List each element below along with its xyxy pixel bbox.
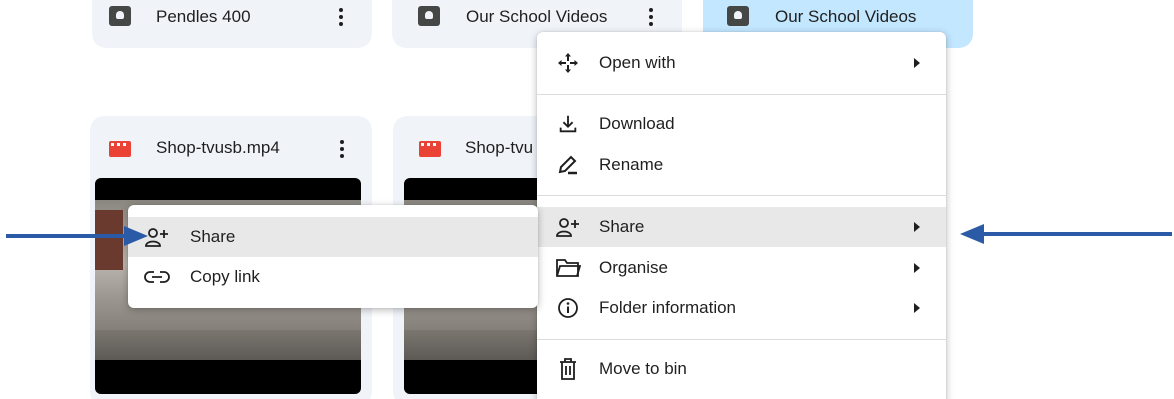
menu-item-open-with[interactable]: Open with (537, 44, 946, 82)
submenu-arrow-icon (914, 303, 920, 313)
file-card-title: Pendles 400 (156, 7, 251, 26)
shared-folder-icon (109, 6, 131, 26)
file-card-title: Our School Videos (466, 7, 608, 26)
more-options-icon[interactable] (338, 6, 344, 28)
menu-item-label: Move to bin (599, 359, 687, 378)
link-icon (144, 265, 170, 289)
shared-folder-icon (727, 6, 749, 26)
menu-item-label: Download (599, 114, 675, 133)
menu-item-label: Share (190, 227, 236, 246)
menu-item-label: Share (599, 217, 645, 236)
more-options-icon[interactable] (648, 6, 654, 28)
submenu-arrow-icon (914, 263, 920, 273)
context-menu: Open with Download Rename Share Organise… (537, 32, 946, 399)
menu-separator (537, 195, 946, 196)
download-icon (555, 112, 581, 136)
rename-icon (555, 153, 581, 177)
submenu-arrow-icon (914, 58, 920, 68)
file-card-title: Our School Videos (775, 7, 917, 26)
menu-item-move-to-bin[interactable]: Move to bin (537, 350, 946, 388)
info-icon (555, 296, 581, 320)
annotation-arrow-left (6, 226, 148, 246)
menu-item-organise[interactable]: Organise (537, 249, 946, 287)
menu-item-share[interactable]: Share (537, 207, 946, 247)
menu-item-label: Copy link (190, 267, 260, 286)
menu-separator (537, 94, 946, 95)
file-card-title: Shop-tvusb.mp4 (156, 138, 280, 157)
share-icon (555, 215, 581, 239)
trash-icon (555, 357, 581, 381)
open-with-icon (555, 51, 581, 75)
menu-item-label: Open with (599, 53, 676, 72)
menu-item-download[interactable]: Download (537, 105, 946, 143)
more-options-icon[interactable] (339, 138, 345, 160)
menu-item-folder-information[interactable]: Folder information (537, 289, 946, 327)
shared-folder-icon (418, 6, 440, 26)
menu-item-label: Rename (599, 155, 664, 174)
submenu-item-copy-link[interactable]: Copy link (128, 258, 538, 296)
file-card-title: Shop-tvu (465, 138, 534, 157)
menu-item-label: Organise (599, 258, 668, 277)
share-submenu: Share Copy link (128, 205, 538, 308)
annotation-arrow-right (960, 224, 1172, 244)
video-file-icon (419, 141, 441, 157)
file-card-pendles[interactable]: Pendles 400 (92, 0, 372, 48)
submenu-arrow-icon (914, 222, 920, 232)
video-file-icon (109, 141, 131, 157)
submenu-item-share[interactable]: Share (128, 217, 538, 257)
menu-item-rename[interactable]: Rename (537, 146, 946, 184)
menu-separator (537, 339, 946, 340)
folder-icon (555, 256, 581, 280)
menu-item-label: Folder information (599, 298, 737, 317)
